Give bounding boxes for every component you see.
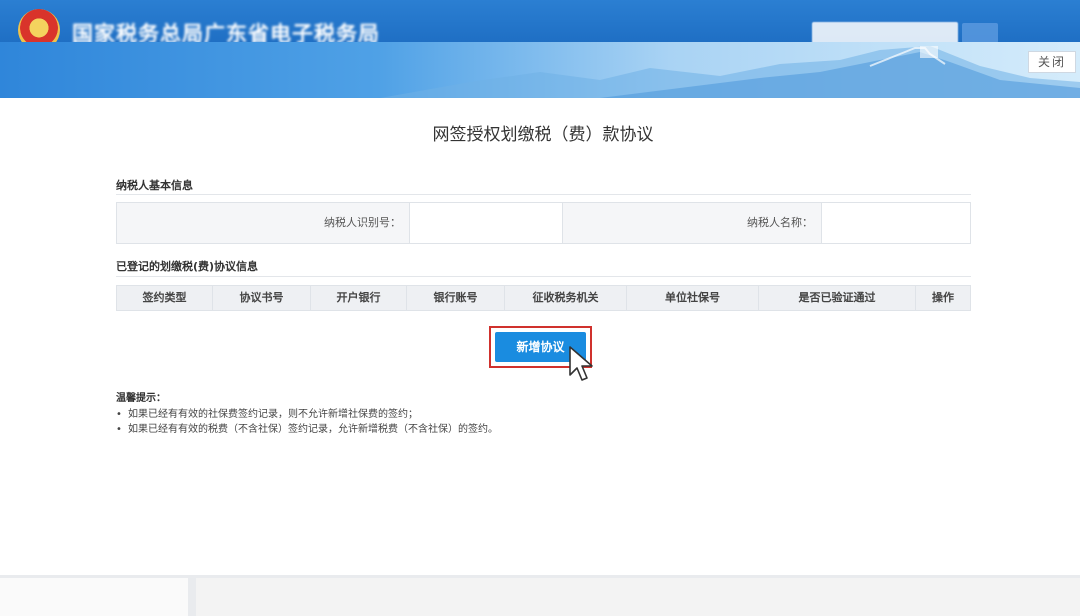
column-header-bank: 开户银行 [311,286,407,310]
column-header-sign-type: 签约类型 [117,286,213,310]
tip-item: • 如果已经有有效的税费（不含社保）签约记录，允许新增税费（不含社保）的签约。 [116,420,498,435]
page-title: 网签授权划缴税（费）款协议 [432,125,654,145]
search-input[interactable] [812,22,958,44]
basic-info-section-title: 纳税人基本信息 [116,179,193,192]
taxpayer-id-value [409,203,563,243]
column-header-actions: 操作 [932,291,954,304]
close-button[interactable]: 关闭 [1028,51,1076,73]
search-button[interactable] [962,23,998,43]
taxpayer-id-label: 纳税人识别号： [117,203,409,243]
agreements-section-title: 已登记的划缴税(费)协议信息 [116,260,259,273]
column-header-tax-office: 征收税务机关 [505,286,627,310]
taxpayer-name-label: 纳税人名称： [563,203,821,243]
section-divider [116,194,971,195]
taxpayer-info-table: 纳税人识别号： 纳税人名称： [116,202,971,244]
footer-panel-right [196,578,1080,616]
column-header-account: 银行账号 [407,286,505,310]
agreements-table-header: 签约类型 协议书号 开户银行 银行账号 征收税务机关 单位社保号 是否已验证通过… [116,285,971,311]
column-header-verified: 是否已验证通过 [759,286,916,310]
tip-item: • 如果已经有有效的社保费签约记录，则不允许新增社保费的签约； [116,405,418,420]
footer-panel-left [0,578,188,616]
bullet-icon: • [116,409,122,420]
bullet-icon: • [116,424,122,435]
column-header-agreement-no: 协议书号 [213,286,311,310]
tip-text: 如果已经有有效的社保费签约记录，则不允许新增社保费的签约； [128,409,418,420]
great-wall-banner-image [380,46,1080,98]
tip-text: 如果已经有有效的税费（不含社保）签约记录，允许新增税费（不含社保）的签约。 [128,424,498,435]
column-header-social-security-no: 单位社保号 [627,286,759,310]
section-divider [116,276,971,277]
tips-title: 温馨提示： [116,393,166,404]
mouse-pointer-icon [569,346,593,381]
banner [0,42,1080,98]
taxpayer-name-value [821,203,970,243]
